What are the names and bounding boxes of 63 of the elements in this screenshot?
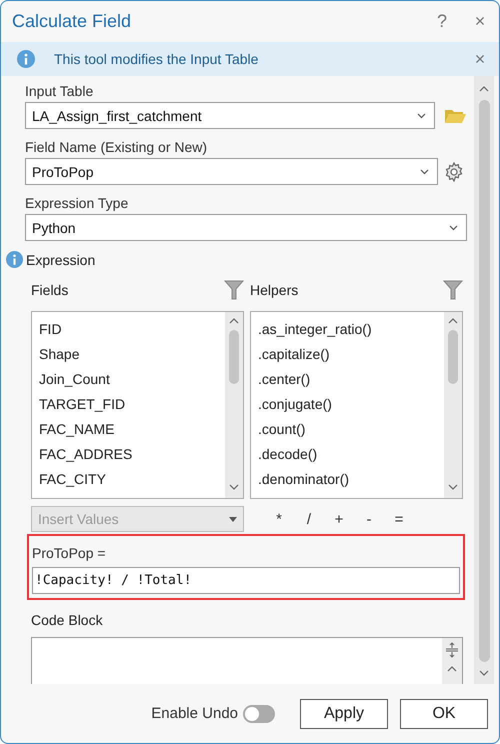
list-item[interactable]: .center(): [251, 367, 444, 392]
field-label: Field Name (Existing or New): [25, 139, 208, 155]
list-item[interactable]: TARGET_FID: [32, 392, 225, 417]
close-button[interactable]: ×: [461, 48, 499, 70]
caret-icon: [417, 112, 426, 118]
list-heading: Fields: [31, 282, 68, 298]
operator-button[interactable]: /: [294, 510, 324, 528]
info-icon: [6, 251, 23, 268]
helpers-list[interactable]: .as_integer_ratio() .capitalize() .center() .conjugate() .count() .decode() .denominator(): [250, 311, 463, 499]
list-item[interactable]: .denominator(): [251, 467, 444, 492]
caret-icon: [229, 516, 237, 522]
scroll-up-icon[interactable]: [479, 86, 489, 92]
list-item[interactable]: .as_integer_ratio(): [251, 317, 444, 342]
scrollbar-thumb[interactable]: [478, 100, 490, 662]
gear-icon[interactable]: [444, 162, 464, 182]
list-item[interactable]: Join_Count: [32, 367, 225, 392]
scroll-up-icon[interactable]: [447, 666, 457, 672]
expression-type-dropdown[interactable]: Python: [25, 214, 467, 241]
operator-button[interactable]: =: [384, 510, 414, 528]
help-button[interactable]: ?: [423, 10, 461, 32]
scrollbar-thumb[interactable]: [229, 330, 239, 384]
list-item[interactable]: Shape: [32, 342, 225, 367]
scroll-down-icon[interactable]: [479, 670, 489, 676]
list-item[interactable]: .decode(): [251, 442, 444, 467]
field-name-dropdown[interactable]: ProToPop: [25, 158, 438, 185]
field-label: Expression Type: [25, 195, 130, 211]
operator-button[interactable]: -: [354, 510, 384, 528]
code-block-field[interactable]: [31, 637, 463, 684]
info-message: This tool modifies the Input Table: [54, 51, 260, 67]
operator-button[interactable]: *: [264, 510, 294, 528]
list-item[interactable]: FAC_NAME: [32, 417, 225, 442]
toggle-label: Enable Undo: [151, 705, 238, 722]
close-button[interactable]: ×: [461, 10, 499, 32]
window-title: Calculate Field: [12, 10, 132, 32]
scroll-down-icon[interactable]: [229, 484, 239, 490]
list-item[interactable]: FAC_CITY: [32, 467, 225, 492]
dialog-button[interactable]: OK: [400, 698, 488, 728]
info-icon: [17, 50, 35, 68]
scroll-up-icon[interactable]: [229, 318, 239, 324]
list-item[interactable]: .count(): [251, 417, 444, 442]
scrollbar-thumb[interactable]: [448, 330, 458, 384]
list-item[interactable]: .capitalize(): [251, 342, 444, 367]
filter-icon[interactable]: [224, 280, 244, 300]
list-item[interactable]: .conjugate(): [251, 392, 444, 417]
section-heading: Expression: [26, 252, 96, 268]
operator-button[interactable]: +: [324, 510, 354, 528]
filter-icon[interactable]: [443, 280, 463, 300]
toggle-switch[interactable]: [243, 704, 275, 722]
expression-field[interactable]: !Capacity! / !Total!: [32, 567, 460, 594]
list-item[interactable]: FAC_ADDRES: [32, 442, 225, 467]
expression-label: ProToPop =: [32, 545, 107, 561]
list-item[interactable]: FID: [32, 317, 225, 342]
resize-icon[interactable]: [445, 642, 459, 658]
field-label: Input Table: [25, 83, 94, 99]
scroll-down-icon[interactable]: [448, 484, 458, 490]
caret-icon: [449, 224, 458, 230]
caret-icon: [420, 168, 429, 174]
list-heading: Helpers: [250, 282, 298, 298]
dialog-button[interactable]: Apply: [300, 698, 388, 728]
fields-list[interactable]: FID Shape Join_Count TARGET_FID FAC_NAME FAC_ADDRES FAC_CITY: [31, 311, 244, 499]
scroll-up-icon[interactable]: [448, 318, 458, 324]
input-table-dropdown[interactable]: LA_Assign_first_catchment: [25, 102, 435, 129]
field-label: Code Block: [31, 612, 104, 628]
